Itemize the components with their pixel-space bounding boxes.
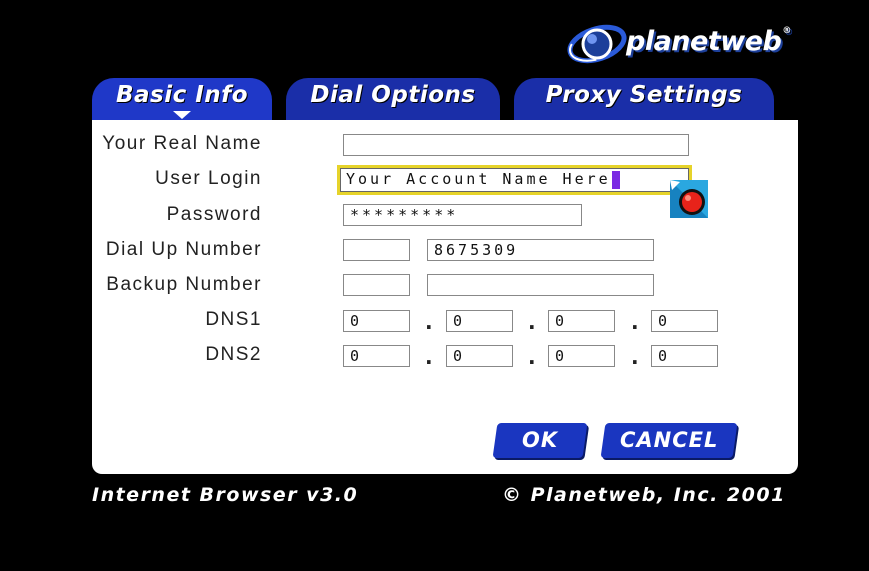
copyright: © Planetweb, Inc. 2001 xyxy=(502,484,786,506)
dns2-label: DNS2 xyxy=(205,344,262,365)
tab-dial-options[interactable]: Dial Options xyxy=(286,78,500,122)
tab-label: Dial Options xyxy=(310,82,476,108)
dns1-octet-3-input[interactable]: 0 xyxy=(548,310,615,332)
real-name-input[interactable] xyxy=(343,134,689,156)
dns1-separator-1: . xyxy=(425,310,433,334)
dns2-octet-4-input[interactable]: 0 xyxy=(651,345,718,367)
ok-button[interactable]: OK xyxy=(492,423,588,458)
dial-up-label: Dial Up Number xyxy=(105,239,262,260)
dns2-octet-2-input[interactable]: 0 xyxy=(446,345,513,367)
tab-caret-icon xyxy=(173,111,191,119)
dns1-octet-2-input[interactable]: 0 xyxy=(446,310,513,332)
dns1-separator-2: . xyxy=(528,310,536,334)
dns1-separator-3: . xyxy=(631,310,639,334)
trademark: ® xyxy=(782,26,791,36)
dns2-separator-1: . xyxy=(425,345,433,369)
dns1-label: DNS1 xyxy=(205,309,262,330)
backup-number-label: Backup Number xyxy=(106,274,262,295)
dns1-octet-1-input[interactable]: 0 xyxy=(343,310,410,332)
planetweb-logo-icon xyxy=(567,24,627,64)
dns2-octet-1-input[interactable]: 0 xyxy=(343,345,410,367)
user-login-input[interactable]: Your Account Name Here xyxy=(337,165,692,195)
password-input[interactable]: ********* xyxy=(343,204,582,226)
backup-number-input[interactable] xyxy=(427,274,654,296)
basic-info-panel: Your Real Name User Login Your Account N… xyxy=(92,120,798,474)
cancel-button[interactable]: CANCEL xyxy=(600,423,738,458)
tab-basic-info[interactable]: Basic Info xyxy=(92,78,272,122)
planetweb-logo: planetweb® xyxy=(566,22,796,66)
password-label: Password xyxy=(166,204,262,225)
browser-version: Internet Browser v3.0 xyxy=(92,484,359,506)
backup-area-code-input[interactable] xyxy=(343,274,410,296)
tab-proxy-settings[interactable]: Proxy Settings xyxy=(514,78,774,122)
user-login-value: Your Account Name Here xyxy=(346,170,611,188)
ok-button-label: OK xyxy=(521,428,559,452)
dns1-octet-4-input[interactable]: 0 xyxy=(651,310,718,332)
user-login-label: User Login xyxy=(155,168,262,189)
real-name-label: Your Real Name xyxy=(102,133,262,154)
dns2-separator-3: . xyxy=(631,345,639,369)
text-caret xyxy=(611,170,620,189)
dns2-separator-2: . xyxy=(528,345,536,369)
cancel-button-label: CANCEL xyxy=(619,428,719,452)
pointer-cursor-icon xyxy=(670,180,708,218)
dial-up-area-code-input[interactable] xyxy=(343,239,410,261)
tab-label: Proxy Settings xyxy=(545,82,743,108)
dns2-octet-3-input[interactable]: 0 xyxy=(548,345,615,367)
tab-label: Basic Info xyxy=(115,82,248,108)
brand-name: planetweb® xyxy=(626,26,791,57)
dial-up-number-input[interactable]: 8675309 xyxy=(427,239,654,261)
